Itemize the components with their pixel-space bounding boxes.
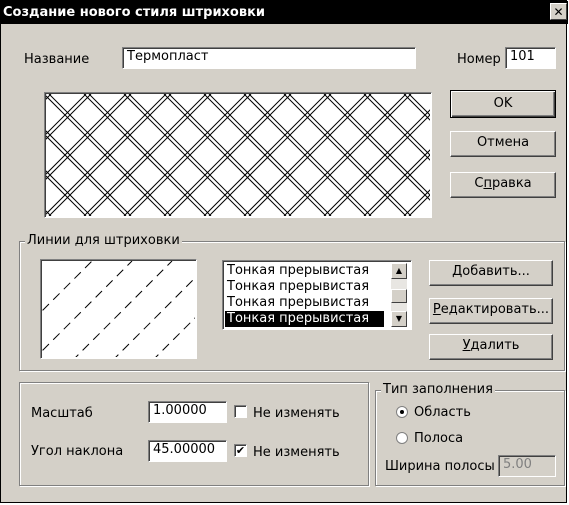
list-scrollbar[interactable]: ▲ ▼ bbox=[391, 263, 407, 327]
fill-area-label: Область bbox=[414, 405, 471, 420]
radio-dot bbox=[400, 410, 404, 414]
hatch-style-dialog: Создание нового стиля штриховки ✕ Назван… bbox=[0, 0, 568, 503]
angle-keep-checkbox[interactable]: ✔ bbox=[234, 444, 247, 457]
scroll-down-icon[interactable]: ▼ bbox=[391, 311, 407, 327]
help-label-mnemonic: п bbox=[483, 176, 492, 191]
add-line-button[interactable]: Добавить... bbox=[429, 260, 553, 286]
scale-label: Масштаб bbox=[31, 406, 93, 421]
list-item[interactable]: Тонкая прерывистая bbox=[225, 279, 384, 295]
number-label: Номер bbox=[457, 52, 501, 67]
close-icon[interactable]: ✕ bbox=[550, 3, 567, 20]
hatch-preview bbox=[44, 92, 432, 218]
list-item-selected[interactable]: Тонкая прерывистая bbox=[225, 311, 384, 327]
dialog-title: Создание нового стиля штриховки bbox=[3, 5, 266, 20]
help-label-post: равка bbox=[491, 176, 532, 191]
line-preview bbox=[40, 259, 197, 359]
line-preview-pattern bbox=[42, 261, 195, 357]
scale-keep-label: Не изменять bbox=[253, 406, 340, 421]
scroll-thumb[interactable] bbox=[391, 289, 407, 303]
edit-label-post: едактировать... bbox=[440, 302, 550, 317]
list-item[interactable]: Тонкая прерывистая bbox=[225, 263, 384, 279]
hatch-preview-pattern bbox=[46, 94, 430, 216]
angle-label: Угол наклона bbox=[31, 444, 124, 459]
add-label-post: обавить... bbox=[462, 264, 530, 279]
add-label-mnemonic: Д bbox=[452, 264, 463, 279]
edit-line-button[interactable]: Редактировать... bbox=[429, 298, 553, 324]
scroll-up-icon[interactable]: ▲ bbox=[391, 263, 407, 279]
check-icon: ✔ bbox=[235, 444, 246, 457]
angle-input[interactable]: 45.00000 bbox=[148, 440, 227, 462]
strip-width-input[interactable]: 5.00 bbox=[498, 455, 556, 477]
help-button[interactable]: Справка bbox=[450, 172, 556, 198]
fill-strip-radio[interactable] bbox=[396, 432, 408, 444]
title-bar[interactable]: Создание нового стиля штриховки ✕ bbox=[1, 1, 568, 24]
lines-group-label: Линии для штриховки bbox=[25, 233, 182, 248]
number-input[interactable]: 101 bbox=[505, 47, 556, 69]
fill-area-radio[interactable] bbox=[396, 406, 408, 418]
angle-keep-label: Не изменять bbox=[253, 445, 340, 460]
fill-type-label: Тип заполнения bbox=[381, 382, 495, 397]
scale-keep-checkbox[interactable] bbox=[234, 405, 247, 418]
cancel-button[interactable]: Отмена bbox=[450, 131, 556, 157]
delete-line-button[interactable]: Удалить bbox=[429, 334, 553, 360]
scale-input[interactable]: 1.00000 bbox=[148, 401, 227, 423]
edit-label-mnemonic: Р bbox=[432, 302, 441, 317]
ok-button[interactable]: OK bbox=[450, 90, 556, 118]
delete-label-post: далить bbox=[470, 338, 520, 353]
strip-width-label: Ширина полосы bbox=[385, 459, 495, 474]
name-input[interactable]: Термопласт bbox=[122, 47, 416, 69]
list-item[interactable]: Тонкая прерывистая bbox=[225, 295, 384, 311]
fill-strip-label: Полоса bbox=[414, 431, 464, 446]
scale-angle-group bbox=[19, 382, 369, 486]
name-label: Название bbox=[24, 52, 90, 67]
line-type-list[interactable]: Тонкая прерывистая Тонкая прерывистая То… bbox=[222, 260, 412, 330]
